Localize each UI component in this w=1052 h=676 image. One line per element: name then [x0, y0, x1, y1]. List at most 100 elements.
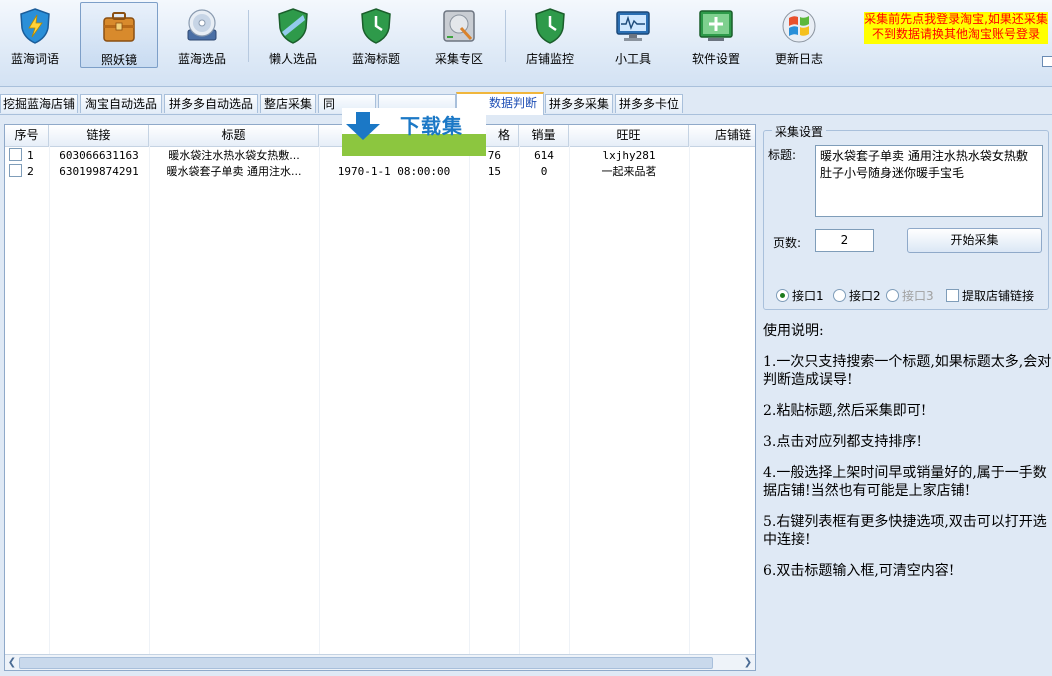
- main-toolbar: 蓝海词语 照妖镜 蓝海选品 懒人选品 蓝海标题 采集专区 店铺监控 小工具 软件…: [0, 0, 1052, 87]
- login-notice-link[interactable]: 采集前先点我登录淘宝,如果还采集不到数据请换其他淘宝账号登录: [864, 12, 1048, 44]
- toolbar-label: 店铺监控: [525, 52, 574, 66]
- settings-screen-icon: [699, 10, 733, 41]
- lightning-shield-icon: [20, 8, 50, 44]
- usage-instructions: 使用说明: 1.一次只支持搜索一个标题,如果标题太多,会对判断造成误导! 2.粘…: [763, 322, 1052, 593]
- row-checkbox[interactable]: [9, 148, 22, 161]
- row-wangwang: 一起来品茗: [601, 165, 657, 178]
- clock-shield-icon: [361, 8, 391, 44]
- column-header-sales[interactable]: 销量: [519, 125, 569, 146]
- row-title: 暖水袋注水热水袋女热敷...: [168, 149, 300, 162]
- title-label: 标题:: [768, 148, 797, 162]
- row-index: 2: [27, 165, 34, 178]
- interface-1-radio[interactable]: 接口1: [776, 287, 824, 304]
- toolbar-button-shop-monitor[interactable]: 店铺监控: [511, 2, 589, 68]
- scroll-right-icon[interactable]: ❯: [741, 655, 755, 670]
- result-table[interactable]: 序号 链接 标题 格 销量 旺旺 店铺链 1 603066631163 暖水袋注…: [4, 124, 756, 671]
- windows-logo-icon: [782, 9, 816, 43]
- toolbar-separator: [248, 10, 249, 62]
- interface-2-radio[interactable]: 接口2: [833, 287, 881, 304]
- start-collect-button[interactable]: 开始采集: [907, 228, 1042, 253]
- title-input[interactable]: 暖水袋套子单卖 通用注水热水袋女热敷肚子小号随身迷你暖手宝毛: [815, 145, 1043, 217]
- toolbar-label: 懒人选品: [268, 52, 317, 66]
- toolbar-button-update-log[interactable]: 更新日志: [760, 2, 838, 68]
- download-watermark: 下载集: [342, 108, 486, 156]
- radio-label: 接口3: [902, 289, 934, 303]
- column-header-wangwang[interactable]: 旺旺: [569, 125, 689, 146]
- column-divider: [149, 146, 150, 656]
- pages-input[interactable]: 2: [815, 229, 874, 252]
- row-price: 15: [487, 165, 501, 178]
- radio-icon: [833, 289, 846, 302]
- briefcase-icon: [103, 12, 135, 42]
- row-link: 630199874291: [59, 165, 139, 178]
- harddisk-icon: [443, 10, 475, 42]
- interface-3-radio: 接口3: [886, 287, 934, 304]
- radio-label: 接口1: [792, 289, 824, 303]
- instruction-item: 5.右键列表框有更多快捷选项,双击可以打开选中连接!: [763, 514, 1047, 548]
- toolbar-label: 小工具: [614, 52, 651, 66]
- tab-bar: 挖掘蓝海店铺 淘宝自动选品 拼多多自动选品 整店采集 同 数据判断 拼多多采集 …: [0, 92, 1052, 115]
- toolbar-label: 软件设置: [691, 52, 740, 66]
- tab-taobao-auto-select[interactable]: 淘宝自动选品: [80, 94, 162, 113]
- row-time: 1970-1-1 08:00:00: [337, 165, 451, 178]
- fetch-shop-link-checkbox[interactable]: 提取店铺链接: [946, 287, 1034, 304]
- instruction-item: 2.粘贴标题,然后采集即可!: [763, 403, 927, 419]
- row-title: 暖水袋套子单卖 通用注水...: [166, 165, 302, 178]
- row-sales: 0: [540, 165, 548, 178]
- table-row[interactable]: 2 630199874291 暖水袋套子单卖 通用注水... 1970-1-1 …: [5, 164, 755, 180]
- instruction-item: 4.一般选择上架时间早或销量好的,属于一手数据店铺!当然也有可能是上家店铺!: [763, 465, 1047, 499]
- toolbar-button-demon-mirror[interactable]: 照妖镜: [80, 2, 158, 68]
- row-index-cell[interactable]: 2: [9, 164, 49, 180]
- row-index-cell[interactable]: 1: [9, 148, 49, 164]
- column-header-title[interactable]: 标题: [149, 125, 319, 146]
- column-header-index[interactable]: 序号: [5, 125, 49, 146]
- toolbar-button-lazy-products[interactable]: 懒人选品: [254, 2, 332, 68]
- monitor-icon: [616, 11, 650, 41]
- toolbar-label: 蓝海选品: [177, 52, 226, 66]
- tab-pdd-auto-select[interactable]: 拼多多自动选品: [164, 94, 258, 113]
- radio-icon: [886, 289, 899, 302]
- watermark-text: 下载集: [400, 114, 463, 138]
- toolbar-button-blue-ocean-words[interactable]: 蓝海词语: [0, 2, 74, 68]
- horizontal-scrollbar[interactable]: ❮ ❯: [5, 654, 755, 670]
- row-sales: 614: [534, 149, 554, 162]
- column-header-link[interactable]: 链接: [49, 125, 149, 146]
- instruction-item: 3.点击对应列都支持排序!: [763, 434, 922, 450]
- scroll-left-icon[interactable]: ❮: [5, 655, 19, 670]
- toolbar-button-blue-ocean-products[interactable]: 蓝海选品: [163, 2, 241, 68]
- tab-whole-shop-collect[interactable]: 整店采集: [260, 94, 316, 113]
- radio-label: 接口2: [849, 289, 881, 303]
- radio-selected-icon: [776, 289, 789, 302]
- column-header-shop-link[interactable]: 店铺链: [689, 125, 755, 146]
- row-checkbox[interactable]: [9, 164, 22, 177]
- tab-dig-blue-ocean-shops[interactable]: 挖掘蓝海店铺: [0, 94, 78, 113]
- row-link: 603066631163: [59, 149, 139, 162]
- column-divider: [469, 146, 470, 656]
- checkbox-label: 提取店铺链接: [962, 289, 1035, 303]
- disc-icon: [187, 9, 217, 41]
- toolbar-button-software-settings[interactable]: 软件设置: [677, 2, 755, 68]
- column-divider: [689, 146, 690, 656]
- toolbar-button-blue-ocean-titles[interactable]: 蓝海标题: [337, 2, 415, 68]
- pages-label: 页数:: [773, 236, 802, 250]
- toolbar-button-collect-zone[interactable]: 采集专区: [420, 2, 498, 68]
- column-divider: [569, 146, 570, 656]
- toolbar-button-small-tools[interactable]: 小工具: [594, 2, 672, 68]
- toolbar-separator: [505, 10, 506, 62]
- tab-pdd-collect[interactable]: 拼多多采集: [545, 94, 613, 113]
- tab-pdd-ranking[interactable]: 拼多多卡位: [615, 94, 683, 113]
- instruction-item: 1.一次只支持搜索一个标题,如果标题太多,会对判断造成误导!: [763, 354, 1052, 388]
- corner-checkbox[interactable]: [1042, 56, 1052, 67]
- scrollbar-thumb[interactable]: [19, 657, 713, 669]
- column-divider: [49, 146, 50, 656]
- column-divider: [519, 146, 520, 656]
- toolbar-label: 照妖镜: [100, 53, 137, 67]
- row-wangwang: lxjhy281: [602, 149, 656, 162]
- instructions-heading: 使用说明:: [763, 323, 824, 339]
- checkbox-icon: [946, 289, 959, 302]
- toolbar-label: 蓝海标题: [351, 52, 400, 66]
- toolbar-label: 蓝海词语: [10, 52, 59, 66]
- shield-icon: [278, 8, 308, 44]
- column-divider: [319, 146, 320, 656]
- toolbar-label: 更新日志: [774, 52, 823, 66]
